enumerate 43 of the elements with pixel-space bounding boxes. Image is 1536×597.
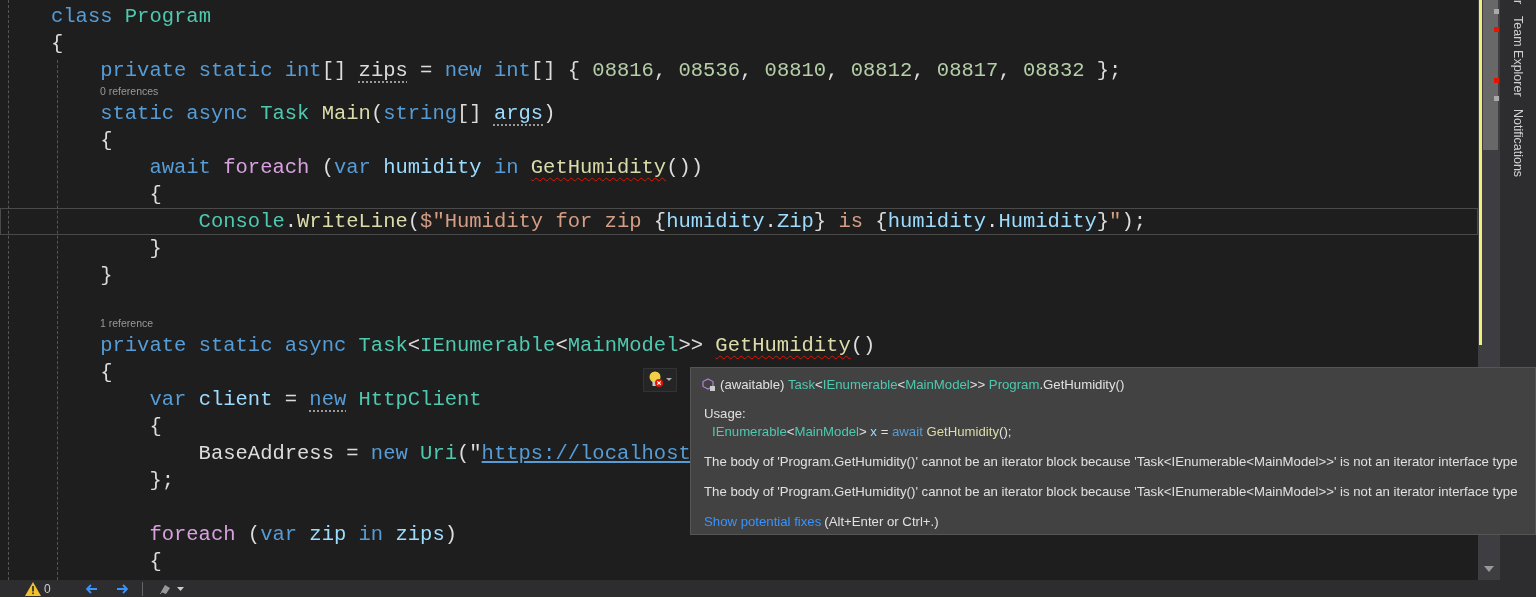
- code-line: }: [148, 237, 162, 260]
- code-line: {: [148, 183, 162, 206]
- codelens-link[interactable]: 1 reference: [100, 317, 154, 329]
- scroll-marker: [1494, 96, 1499, 101]
- code-line: };: [148, 469, 175, 492]
- warning-count[interactable]: 0: [44, 581, 51, 596]
- error-message: The body of 'Program.GetHumidity()' cannot be an iterator block because 'Task<IEnumerable<MainModel>>' is not an iterator interface type: [704, 484, 1519, 500]
- codelens-link[interactable]: 0 references: [100, 85, 159, 97]
- error-message: The body of 'Program.GetHumidity()' cannot be an iterator block because 'Task<IEnumerable<MainModel>>' is not an iterator interface type: [704, 454, 1519, 470]
- usage-code: IEnumerable<MainModel> x = await GetHumidity();: [711, 424, 1013, 440]
- side-panel-tab[interactable]: r: [1511, 0, 1525, 5]
- code-line: BaseAddress = new Uri("https://localhost: [197, 442, 691, 465]
- lightbulb-error-icon: [647, 370, 673, 390]
- method-icon: [702, 378, 716, 392]
- usage-label: Usage:: [704, 406, 747, 422]
- code-line: {: [99, 361, 113, 384]
- scroll-down-icon[interactable]: [1484, 566, 1494, 572]
- shortcut-hint: (Alt+Enter or Ctrl+.): [824, 514, 939, 530]
- code-line: class Program: [51, 5, 211, 28]
- code-line: private static async Task<IEnumerable<MainModel>> GetHumidity(): [99, 334, 876, 357]
- code-line: {: [148, 550, 162, 573]
- code-line: }: [99, 264, 113, 287]
- code-line: var client = new HttpClient: [148, 388, 482, 411]
- scroll-marker: [1494, 9, 1499, 14]
- code-line: foreach (var zip in zips): [148, 523, 457, 546]
- scrollbar-thumb[interactable]: [1483, 0, 1498, 150]
- forward-arrow-icon[interactable]: [115, 583, 128, 594]
- warning-icon: [25, 581, 41, 596]
- error-marker: [1494, 27, 1499, 32]
- code-line: Console.WriteLine($"Humidity for zip {humidity.Zip} is {humidity.Humidity}");: [197, 210, 1147, 233]
- code-line: private static int[] zips = new int[] { 08816, 08536, 08810, 08812, 08817, 08832 };: [99, 59, 1122, 82]
- code-line: await foreach (var humidity in GetHumidity()): [148, 156, 704, 179]
- side-panel-tab[interactable]: Notifications: [1511, 108, 1525, 177]
- signature-text: (awaitable) Task<IEnumerable<MainModel>> Program.GetHumidity(): [720, 377, 1125, 393]
- code-line: {: [148, 415, 162, 438]
- code-line: {: [51, 32, 64, 55]
- code-line: static async Task Main(string[] args): [99, 102, 556, 125]
- side-panel-tab[interactable]: Team Explorer: [1511, 16, 1525, 97]
- brush-dropdown-icon[interactable]: [158, 582, 185, 595]
- code-line: {: [99, 129, 113, 152]
- back-arrow-icon[interactable]: [85, 583, 98, 594]
- error-marker: [1494, 78, 1499, 83]
- quick-actions-button[interactable]: [643, 368, 677, 392]
